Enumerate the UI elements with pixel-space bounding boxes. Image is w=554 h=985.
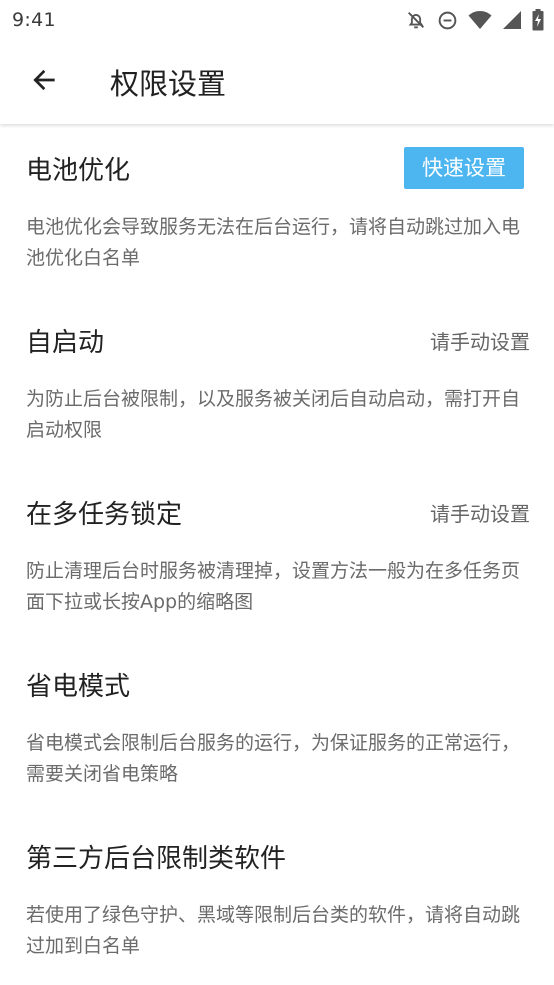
manual-setup-link[interactable]: 请手动设置: [430, 326, 530, 355]
page-title: 权限设置: [110, 67, 227, 101]
section-power-saving-mode: 省电模式 省电模式会限制后台服务的运行，为保证服务的正常运行，需要关闭省电策略: [26, 640, 528, 812]
status-icons: [405, 9, 544, 31]
section-title: 第三方后台限制类软件: [26, 843, 287, 874]
wifi-icon: [468, 10, 492, 30]
status-time: 9:41: [12, 9, 56, 31]
section-title: 自启动: [26, 327, 105, 358]
section-header: 自启动 请手动设置: [26, 318, 530, 362]
back-button[interactable]: [14, 52, 74, 112]
section-description: 为防止后台被限制，以及服务被关闭后自动启动，需打开自启动权限: [26, 388, 521, 441]
section-description: 省电模式会限制后台服务的运行，为保证服务的正常运行，需要关闭省电策略: [26, 732, 521, 785]
section-third-party-restriction: 第三方后台限制类软件 若使用了绿色守护、黑域等限制后台类的软件，请将自动跳过加到…: [26, 812, 528, 984]
notifications-off-icon: [405, 9, 427, 31]
arrow-back-icon: [30, 66, 58, 98]
section-header: 在多任务锁定 请手动设置: [26, 490, 530, 534]
section-title: 在多任务锁定: [26, 499, 183, 530]
section-title: 电池优化: [26, 155, 131, 186]
section-title: 省电模式: [26, 671, 131, 702]
section-header: 第三方后台限制类软件: [26, 834, 528, 878]
manual-setup-link[interactable]: 请手动设置: [430, 498, 530, 527]
section-battery-optimization: 电池优化 快速设置 电池优化会导致服务无法在后台运行，请将自动跳过加入电池优化白…: [26, 124, 528, 296]
battery-charging-icon: [532, 9, 544, 31]
section-auto-start: 自启动 请手动设置 为防止后台被限制，以及服务被关闭后自动启动，需打开自启动权限: [26, 296, 530, 468]
section-description: 防止清理后台时服务被清理掉，设置方法一般为在多任务页面下拉或长按App的缩略图: [26, 560, 521, 613]
section-description: 电池优化会导致服务无法在后台运行，请将自动跳过加入电池优化白名单: [26, 216, 521, 269]
app-bar: 权限设置: [0, 40, 554, 124]
cellular-signal-icon: [502, 10, 522, 30]
do-not-disturb-icon: [437, 10, 458, 31]
section-header: 省电模式: [26, 662, 528, 706]
status-bar: 9:41: [0, 0, 554, 40]
quick-setup-button[interactable]: 快速设置: [404, 147, 524, 189]
section-multitask-lock: 在多任务锁定 请手动设置 防止清理后台时服务被清理掉，设置方法一般为在多任务页面…: [26, 468, 530, 640]
section-header: 电池优化 快速设置: [26, 146, 528, 190]
permission-list: 电池优化 快速设置 电池优化会导致服务无法在后台运行，请将自动跳过加入电池优化白…: [0, 124, 554, 984]
section-description: 若使用了绿色守护、黑域等限制后台类的软件，请将自动跳过加到白名单: [26, 904, 521, 957]
